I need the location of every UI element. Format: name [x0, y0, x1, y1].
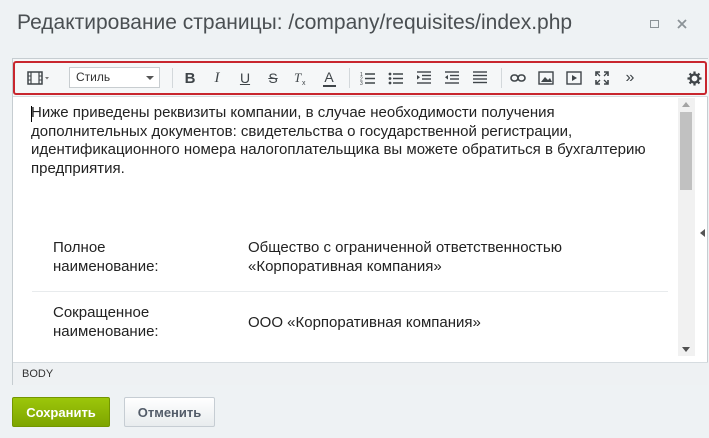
scroll-up-icon[interactable] — [682, 102, 690, 107]
settings-button[interactable] — [683, 67, 705, 89]
table-row: Сокращенное наименование: ООО «Корпорати… — [32, 303, 668, 356]
film-strip-icon — [27, 71, 49, 85]
close-icon — [677, 19, 687, 29]
insert-video-button[interactable] — [563, 67, 585, 89]
clear-format-icon: T x — [294, 70, 306, 86]
toolbar-separator — [501, 68, 502, 88]
editor-toolbar: Стиль B I U S T x A 1 2 3 » — [13, 59, 708, 97]
bullet-list-button[interactable] — [385, 67, 407, 89]
bold-button[interactable]: B — [179, 67, 201, 89]
align-justify-icon — [473, 71, 487, 84]
close-button[interactable] — [672, 14, 692, 34]
font-color-glyph: A — [324, 68, 334, 85]
element-path[interactable]: BODY — [22, 368, 53, 380]
indent-button[interactable] — [441, 67, 463, 89]
scrollbar-thumb[interactable] — [680, 112, 692, 190]
view-mode-button[interactable] — [24, 67, 54, 89]
html-editor: Стиль B I U S T x A 1 2 3 » Ниже приведе… — [12, 58, 708, 385]
chevron-down-icon — [146, 76, 154, 80]
cancel-button[interactable]: Отменить — [124, 397, 215, 427]
font-color-button[interactable]: A — [318, 67, 340, 89]
more-button[interactable]: » — [619, 67, 641, 89]
maximize-button[interactable] — [644, 14, 664, 34]
toolbar-separator — [349, 68, 350, 88]
editor-statusbar: BODY — [13, 362, 708, 385]
bullet-list-icon — [388, 72, 403, 85]
editor-content[interactable]: Ниже приведены реквизиты компании, в слу… — [13, 98, 678, 356]
align-justify-button[interactable] — [469, 67, 491, 89]
ordered-list-button[interactable]: 1 2 3 — [357, 67, 379, 89]
fullscreen-button[interactable] — [591, 67, 613, 89]
strikethrough-button[interactable]: S — [262, 67, 284, 89]
svg-text:T: T — [294, 70, 302, 85]
ordered-list-icon: 1 2 3 — [360, 72, 375, 85]
content-paragraph: Ниже приведены реквизиты компании, в слу… — [31, 104, 646, 177]
collapse-panel-icon[interactable] — [700, 229, 705, 237]
table-cell-label: Полное наименование: — [53, 239, 159, 275]
video-icon — [566, 71, 582, 85]
table-cell-value: Общество с ограниченной ответственностью… — [248, 239, 562, 275]
outdent-button[interactable] — [413, 67, 435, 89]
insert-image-button[interactable] — [535, 67, 557, 89]
link-icon — [510, 74, 526, 82]
editor-dialog: Редактирование страницы: /company/requis… — [0, 0, 709, 438]
outdent-icon — [417, 71, 431, 84]
indent-icon — [445, 71, 459, 84]
image-icon — [538, 71, 554, 85]
font-color-underline — [322, 84, 336, 87]
gear-icon — [686, 70, 702, 86]
table-row: Полное наименование: Общество с ограниче… — [32, 238, 668, 292]
clear-format-button[interactable]: T x — [290, 67, 312, 89]
svg-text:3: 3 — [360, 81, 363, 85]
style-select-value: Стиль — [76, 70, 111, 84]
insert-link-button[interactable] — [507, 67, 529, 89]
table-cell-value: ООО «Корпоративная компания» — [248, 314, 481, 331]
dialog-titlebar: Редактирование страницы: /company/requis… — [0, 0, 709, 48]
scroll-down-icon[interactable] — [682, 347, 690, 352]
toolbar-separator — [172, 68, 173, 88]
italic-button[interactable]: I — [206, 67, 228, 89]
fullscreen-icon — [595, 71, 609, 85]
save-button[interactable]: Сохранить — [12, 397, 110, 427]
dialog-title: Редактирование страницы: /company/requis… — [17, 11, 573, 34]
svg-text:x: x — [302, 80, 306, 86]
style-select[interactable]: Стиль — [69, 67, 160, 88]
vertical-scrollbar[interactable] — [678, 98, 695, 356]
underline-button[interactable]: U — [234, 67, 256, 89]
maximize-icon — [649, 20, 659, 28]
table-cell-label: Сокращенное наименование: — [53, 304, 159, 340]
